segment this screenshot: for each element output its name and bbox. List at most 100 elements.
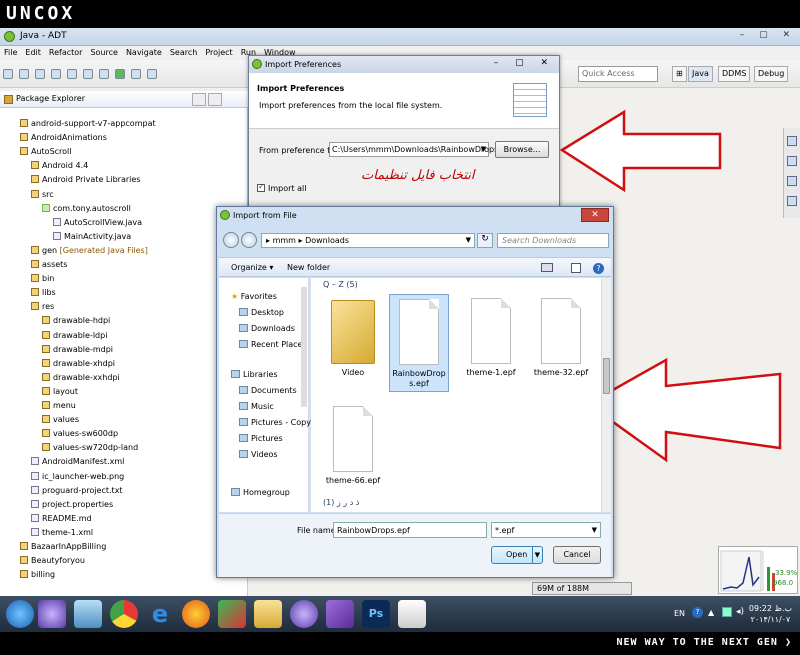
tree-item[interactable]: drawable-xxhdpi xyxy=(42,371,120,384)
view-options-icon[interactable] xyxy=(541,263,553,272)
tree-item[interactable]: assets xyxy=(31,258,67,271)
start-button-icon[interactable] xyxy=(6,600,34,628)
tree-item[interactable]: gen [Generated Java Files] xyxy=(31,244,148,257)
browse-button[interactable]: Browse... xyxy=(495,141,549,158)
menu-search[interactable]: Search xyxy=(166,46,201,59)
file-item-video[interactable]: Video xyxy=(323,294,383,392)
tree-item[interactable]: drawable-ldpi xyxy=(42,329,107,342)
photoshop-taskbar-icon[interactable]: Ps xyxy=(362,600,390,628)
group-header-q-z[interactable]: Q – Z (5) xyxy=(323,280,358,289)
tree-item[interactable]: Android Private Libraries xyxy=(31,173,140,186)
chrome-taskbar-icon[interactable] xyxy=(110,600,138,628)
link-editor-icon[interactable] xyxy=(208,93,222,106)
new-icon[interactable] xyxy=(3,69,13,79)
tree-item[interactable]: AndroidAnimations xyxy=(20,131,107,144)
preference-file-combo[interactable]: C:\Users\mmm\Downloads\RainbowDrops.epf … xyxy=(329,142,514,157)
quick-access-input[interactable]: Quick Access xyxy=(578,66,658,82)
tree-item[interactable]: android-support-v7-appcompat xyxy=(20,117,156,130)
nav-music[interactable]: Music xyxy=(239,402,274,411)
lint-icon[interactable] xyxy=(83,69,93,79)
tree-item[interactable]: res xyxy=(31,300,54,313)
tree-item[interactable]: proguard-project.txt xyxy=(31,484,123,497)
group-header-arabic[interactable]: (1) ذ د ر ز xyxy=(323,498,359,507)
menu-project[interactable]: Project xyxy=(201,46,236,59)
utility-taskbar-icon[interactable] xyxy=(218,600,246,628)
import-all-checkbox[interactable]: ✓ Import all xyxy=(257,182,306,193)
menu-refactor[interactable]: Refactor xyxy=(45,46,87,59)
debug-icon[interactable] xyxy=(99,69,109,79)
nav-downloads[interactable]: Downloads xyxy=(239,324,295,333)
tree-item[interactable]: bin xyxy=(31,272,54,285)
problems-icon[interactable] xyxy=(787,196,797,206)
tree-item[interactable]: com.tony.autoscroll xyxy=(42,202,131,215)
language-indicator[interactable]: EN xyxy=(674,609,685,618)
nav-documents[interactable]: Documents xyxy=(239,386,297,395)
perspective-ddms[interactable]: DDMS xyxy=(718,66,751,82)
tree-item[interactable]: drawable-mdpi xyxy=(42,343,113,356)
menu-navigate[interactable]: Navigate xyxy=(122,46,166,59)
search-input[interactable]: Search Downloads xyxy=(497,233,609,248)
perspective-debug[interactable]: Debug xyxy=(754,66,789,82)
nav-recent-places[interactable]: Recent Places xyxy=(239,340,307,349)
nav-videos[interactable]: Videos xyxy=(239,450,278,459)
clock[interactable]: 09:22 ب.ظ ۲۰۱۴/۱۱/۰۷ xyxy=(749,603,792,625)
external-tools-icon[interactable] xyxy=(131,69,141,79)
new-folder-button[interactable]: New folder xyxy=(287,263,330,272)
file-item-theme-1[interactable]: theme-1.epf xyxy=(461,294,521,392)
tree-item[interactable]: libs xyxy=(31,286,56,299)
tree-item[interactable]: AndroidManifest.xml xyxy=(31,455,124,468)
visual-studio-taskbar-icon[interactable] xyxy=(326,600,354,628)
menu-source[interactable]: Source xyxy=(86,46,121,59)
address-bar[interactable]: ▸ mmm ▸ Downloads ▼ xyxy=(261,233,475,248)
explorer-taskbar-icon[interactable] xyxy=(254,600,282,628)
tree-item[interactable]: AutoScrollView.java xyxy=(53,216,142,229)
help-tray-icon[interactable]: ? xyxy=(692,607,703,618)
tree-item[interactable]: values xyxy=(42,413,79,426)
window-controls[interactable]: – ▢ ✕ xyxy=(740,30,796,40)
organize-button[interactable]: Organize ▾ xyxy=(231,263,273,272)
print-icon[interactable] xyxy=(35,69,45,79)
chevron-down-icon[interactable]: ▼ xyxy=(466,236,471,244)
perspective-java[interactable]: Java xyxy=(688,66,713,82)
run-icon[interactable] xyxy=(115,69,125,79)
tree-item[interactable]: menu xyxy=(42,399,76,412)
breadcrumb-mmm[interactable]: mmm xyxy=(273,236,296,245)
back-arrow-icon[interactable] xyxy=(223,232,239,248)
tree-item[interactable]: drawable-hdpi xyxy=(42,314,110,327)
outline-icon[interactable] xyxy=(787,156,797,166)
tree-item[interactable]: values-sw720dp-land xyxy=(42,441,138,454)
heap-status[interactable]: 69M of 188M xyxy=(532,582,632,595)
internet-explorer-taskbar-icon[interactable]: e xyxy=(146,600,174,628)
save-icon[interactable] xyxy=(19,69,29,79)
network-icon[interactable] xyxy=(722,607,732,617)
chevron-down-icon[interactable]: ▼ xyxy=(531,547,540,563)
nav-desktop[interactable]: Desktop xyxy=(239,308,284,317)
dialog-window-controls[interactable]: – ▢ ✕ xyxy=(494,58,555,68)
menu-edit[interactable]: Edit xyxy=(21,46,45,59)
open-perspective-icon[interactable]: ⊞ xyxy=(672,66,687,82)
nav-libraries[interactable]: Libraries xyxy=(231,370,278,379)
tree-item[interactable]: values-sw600dp xyxy=(42,427,118,440)
open-button[interactable]: Open ▼ xyxy=(491,546,543,564)
close-icon[interactable]: ✕ xyxy=(581,208,609,222)
tree-item[interactable]: layout xyxy=(42,385,78,398)
file-item-theme-32[interactable]: theme-32.epf xyxy=(531,294,591,392)
tree-item[interactable]: Beautyforyou xyxy=(20,554,85,567)
file-type-select[interactable]: *.epf ▼ xyxy=(491,522,601,538)
nav-pictures[interactable]: Pictures xyxy=(239,434,283,443)
eclipse-alt-taskbar-icon[interactable] xyxy=(290,600,318,628)
tree-item[interactable]: Android 4.4 xyxy=(31,159,88,172)
tree-item[interactable]: project.properties xyxy=(31,498,113,511)
tree-item[interactable]: src xyxy=(31,188,54,201)
tree-item[interactable]: BazaarInAppBilling xyxy=(20,540,106,553)
tree-item[interactable]: theme-1.xml xyxy=(31,526,93,539)
refresh-icon[interactable]: ↻ xyxy=(477,233,493,248)
search-icon[interactable] xyxy=(147,69,157,79)
breadcrumb-downloads[interactable]: Downloads xyxy=(305,236,349,245)
file-item-theme-66[interactable]: theme-66.epf xyxy=(323,402,383,500)
file-list-scrollbar[interactable] xyxy=(601,278,611,512)
volume-icon[interactable]: ◂) xyxy=(736,607,744,617)
cancel-button[interactable]: Cancel xyxy=(553,546,601,564)
scroll-thumb[interactable] xyxy=(603,358,610,394)
firefox-taskbar-icon[interactable] xyxy=(182,600,210,628)
